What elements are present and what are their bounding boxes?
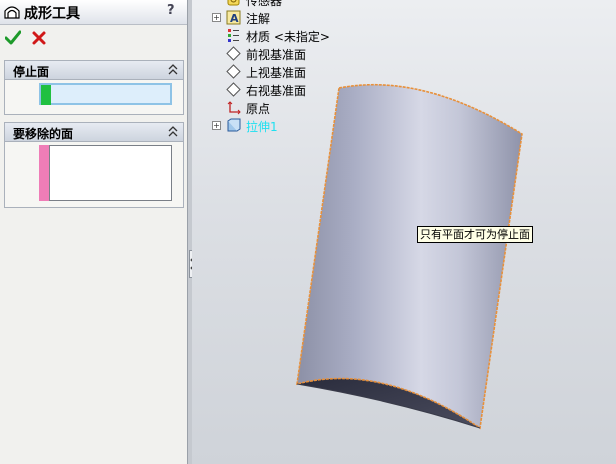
material-icon <box>228 29 239 42</box>
svg-text:A: A <box>230 12 239 25</box>
faces-to-remove-color-marker <box>39 145 49 201</box>
stop-face-group-header[interactable]: 停止面 <box>5 61 183 80</box>
expand-plus-icon[interactable]: + <box>212 121 221 130</box>
plane-icon <box>226 46 241 61</box>
panel-title: 成形工具 <box>24 6 80 22</box>
extrude-icon <box>227 118 241 132</box>
stop-face-group: 停止面 <box>4 60 184 115</box>
ok-check-icon[interactable] <box>5 30 21 46</box>
collapse-chevron-icon[interactable] <box>167 63 179 76</box>
faces-to-remove-selection-box[interactable] <box>49 145 172 201</box>
panel-title-bar: 成形工具 ? <box>0 0 187 25</box>
faces-to-remove-group-header[interactable]: 要移除的面 <box>5 123 183 142</box>
annotation-icon: A <box>226 10 241 25</box>
plane-icon <box>226 82 241 97</box>
curved-face[interactable] <box>296 83 523 430</box>
sensor-icon <box>227 0 240 6</box>
collapse-chevron-icon[interactable] <box>167 125 179 138</box>
property-manager: 成形工具 ? 停止面 要移除的面 <box>0 0 188 464</box>
faces-to-remove-group: 要移除的面 <box>4 122 184 208</box>
origin-icon <box>227 101 241 115</box>
faces-to-remove-group-title: 要移除的面 <box>13 127 74 141</box>
forming-tool-icon <box>4 6 20 19</box>
stop-face-group-title: 停止面 <box>13 65 50 79</box>
stop-face-selection-box[interactable] <box>39 83 172 105</box>
graphics-area[interactable]: 传感器 + A 注解 材质 <未指定> 前视基准面 上视基准面 右视基准面 原点… <box>192 0 616 464</box>
plane-icon <box>226 64 241 79</box>
cancel-x-icon[interactable] <box>31 30 47 46</box>
help-button[interactable]: ? <box>167 3 181 19</box>
stop-face-color-marker <box>41 85 51 105</box>
expand-plus-icon[interactable]: + <box>212 13 221 22</box>
tooltip: 只有平面才可为停止面 <box>417 226 533 243</box>
